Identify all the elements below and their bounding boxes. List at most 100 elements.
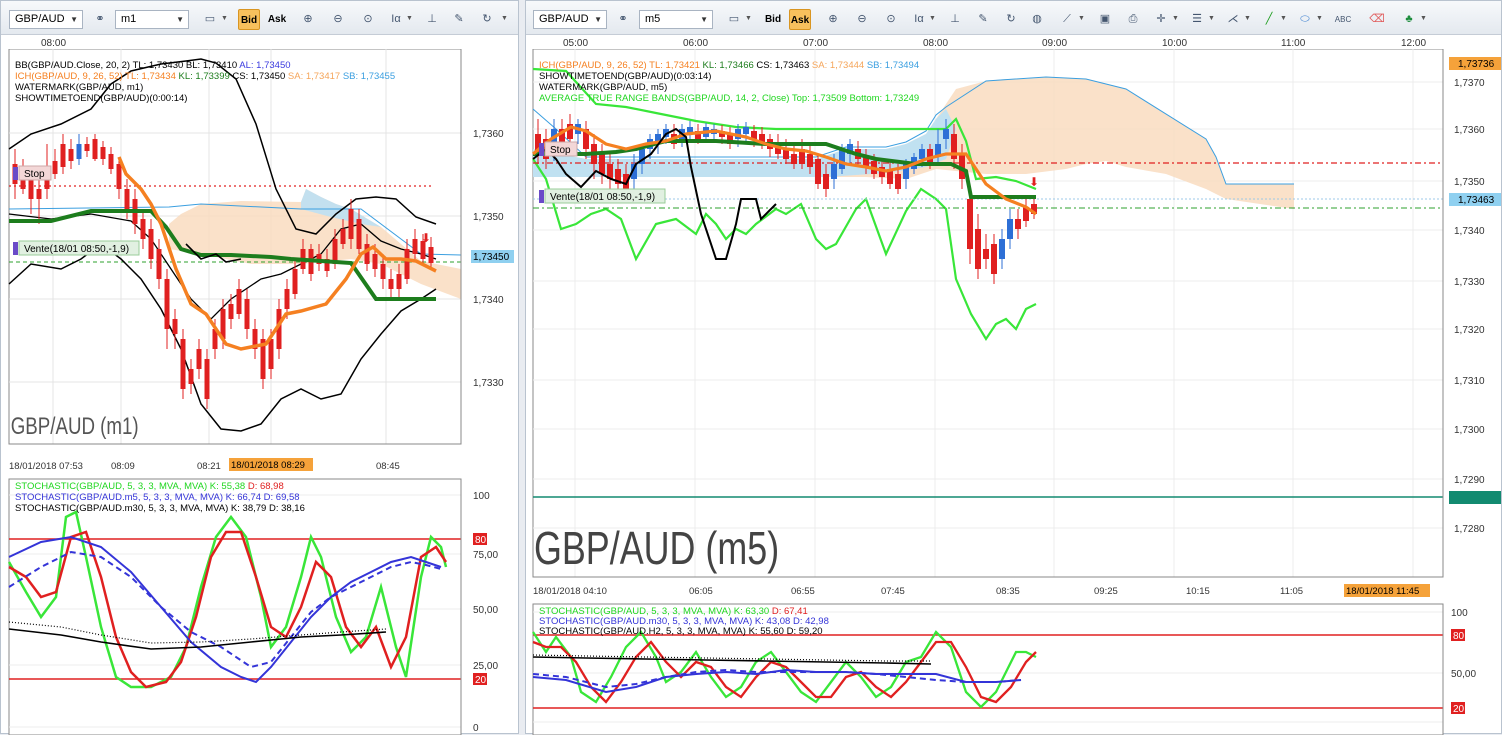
candle-body — [1015, 219, 1021, 229]
time-tick: 08:21 — [197, 461, 221, 472]
stochastic-panel-m5[interactable]: STOCHASTIC(GBP/AUD, 5, 3, 3, MVA, MVA) K… — [526, 602, 1502, 735]
chevron-down-icon[interactable]: ▼ — [1078, 13, 1085, 25]
zoom-fit-icon[interactable]: ⊙ — [357, 9, 379, 30]
sell-order-label[interactable]: Vente(18/01 08:50,-1,9) — [24, 244, 129, 255]
top-time-label: 10:00 — [1162, 38, 1187, 49]
candle-body — [188, 369, 194, 384]
time-tick: 06:55 — [791, 586, 815, 597]
candle-body — [356, 219, 362, 249]
indicator-icon[interactable]: Iα — [385, 9, 407, 30]
image-icon[interactable]: ▣ — [1094, 9, 1116, 30]
fan-icon[interactable]: ⋌ — [1222, 9, 1244, 30]
stoch-tick: 0 — [473, 723, 479, 734]
legend-item: STOCHASTIC(GBP/AUD, 5, 3, 3, MVA, MVA) — [15, 481, 210, 492]
chart-type-icon[interactable]: ▭ — [199, 9, 221, 30]
chevron-down-icon: ▼ — [594, 15, 602, 24]
sell-order-label[interactable]: Vente(18/01 08:50,-1,9) — [550, 192, 655, 203]
vertical-line-icon[interactable]: ⊥ — [944, 9, 966, 30]
time-tick: 08:09 — [111, 461, 135, 472]
chevron-down-icon[interactable]: ▼ — [929, 13, 936, 25]
ellipse-icon[interactable]: ⬭ — [1294, 9, 1316, 30]
price-tick: 1,7370 — [1454, 78, 1485, 89]
candle-body — [380, 264, 386, 279]
candle-body — [92, 139, 98, 159]
candle-body — [999, 239, 1005, 259]
level-label: 20 — [475, 675, 487, 686]
legend-item: ICH(GBP/AUD, 9, 26, 52) — [15, 71, 125, 82]
stop-order-label[interactable]: Stop — [24, 169, 45, 180]
indicator-legend-watermark: WATERMARK(GBP/AUD, m5) — [539, 82, 667, 93]
refresh-icon[interactable]: ↻ — [476, 9, 498, 30]
chevron-down-icon: ▼ — [700, 15, 708, 24]
legend-item: D: 68,98 — [248, 481, 284, 492]
trendline-icon[interactable]: ╱ — [1258, 9, 1280, 30]
bid-button[interactable]: Bid — [762, 9, 784, 30]
price-chart-m1[interactable]: Stop Vente(18/01 08:50,-1,9) ⬇ BB(GBP/AU… — [1, 49, 520, 475]
current-price-tag: 1,73450 — [473, 252, 510, 263]
candle-body — [156, 249, 162, 279]
zoom-in-icon[interactable]: ⊕ — [297, 9, 319, 30]
candle-body — [108, 154, 114, 169]
text-tool-icon[interactable]: ABC — [1332, 9, 1354, 30]
globe-icon[interactable]: ◍ — [1026, 9, 1048, 30]
chevron-down-icon[interactable]: ▼ — [501, 13, 508, 25]
chevron-down-icon[interactable]: ▼ — [221, 13, 228, 25]
legend-item: CS: 1,73463 — [756, 60, 811, 71]
candle-body — [140, 219, 146, 239]
zoom-in-icon[interactable]: ⊕ — [822, 9, 844, 30]
symbol-select[interactable]: GBP/AUD ▼ — [9, 10, 83, 29]
candle-body — [599, 154, 605, 174]
stoch-legend: STOCHASTIC(GBP/AUD.m5, 5, 3, 3, MVA, MVA… — [15, 492, 300, 503]
crosshair-icon[interactable]: ✛ — [1150, 9, 1172, 30]
eraser-icon[interactable]: ⌫ — [1366, 9, 1388, 30]
vertical-line-icon[interactable]: ⊥ — [421, 9, 443, 30]
refresh-icon[interactable]: ↻ — [1000, 9, 1022, 30]
chevron-down-icon[interactable]: ▼ — [1172, 13, 1179, 25]
indicator-legend-bb: BB(GBP/AUD.Close, 20, 2) TL: 1,73430 BL:… — [15, 60, 291, 71]
price-chart-m5[interactable]: Stop Vente(18/01 08:50,-1,9) ⬇ ICH(GBP/A… — [526, 49, 1502, 602]
annotate-icon[interactable]: ✎ — [448, 9, 470, 30]
indicator-icon[interactable]: Iα — [908, 9, 930, 30]
link-icon[interactable]: ⚭ — [612, 9, 634, 30]
timeframe-value: m5 — [645, 13, 661, 25]
ask-button[interactable]: Ask — [789, 9, 811, 30]
link-icon[interactable]: ⚭ — [89, 9, 111, 30]
tree-icon[interactable]: ♣ — [1398, 9, 1420, 30]
ruler-icon[interactable]: ⟋ — [1056, 9, 1078, 30]
stop-order-label[interactable]: Stop — [550, 145, 571, 156]
candle-body — [204, 359, 210, 399]
legend-item: K: 66,74 — [226, 492, 264, 503]
stoch-legend: STOCHASTIC(GBP/AUD.H2, 5, 3, 3, MVA, MVA… — [539, 626, 823, 637]
chevron-down-icon[interactable]: ▼ — [1208, 13, 1215, 25]
timeframe-select[interactable]: m1 ▼ — [115, 10, 189, 29]
stoch-tick: 100 — [1451, 608, 1468, 619]
chevron-down-icon[interactable]: ▼ — [1244, 13, 1251, 25]
time-tick: 09:25 — [1094, 586, 1118, 597]
top-price-tag: 1,73736 — [1458, 59, 1495, 70]
print-icon[interactable]: ⎙ — [1122, 9, 1144, 30]
indicator-legend-ich: ICH(GBP/AUD, 9, 26, 52) TL: 1,73434 KL: … — [15, 71, 395, 82]
legend-item: BL: 1,73410 — [186, 60, 239, 71]
chevron-down-icon[interactable]: ▼ — [1420, 13, 1427, 25]
timeframe-select[interactable]: m5 ▼ — [639, 10, 713, 29]
horizontal-lines-icon[interactable]: ☰ — [1186, 9, 1208, 30]
legend-item: STOCHASTIC(GBP/AUD.m5, 5, 3, 3, MVA, MVA… — [15, 492, 226, 503]
zoom-out-icon[interactable]: ⊖ — [327, 9, 349, 30]
symbol-select[interactable]: GBP/AUD ▼ — [533, 10, 607, 29]
top-time-label: 07:00 — [803, 38, 828, 49]
legend-item: TL: 1,73430 — [133, 60, 186, 71]
annotate-icon[interactable]: ✎ — [972, 9, 994, 30]
time-tick: 18/01/2018 07:53 — [9, 461, 83, 472]
chart-type-icon[interactable]: ▭ — [723, 9, 745, 30]
candle-body — [36, 189, 42, 199]
zoom-fit-icon[interactable]: ⊙ — [880, 9, 902, 30]
zoom-out-icon[interactable]: ⊖ — [851, 9, 873, 30]
top-time-label: 12:00 — [1401, 38, 1426, 49]
stochastic-panel-m1[interactable]: STOCHASTIC(GBP/AUD, 5, 3, 3, MVA, MVA) K… — [1, 477, 520, 735]
bid-button[interactable]: Bid — [238, 9, 260, 30]
chevron-down-icon[interactable]: ▼ — [1280, 13, 1287, 25]
chevron-down-icon[interactable]: ▼ — [745, 13, 752, 25]
chevron-down-icon[interactable]: ▼ — [406, 13, 413, 25]
ask-button[interactable]: Ask — [266, 9, 288, 30]
chevron-down-icon[interactable]: ▼ — [1316, 13, 1323, 25]
